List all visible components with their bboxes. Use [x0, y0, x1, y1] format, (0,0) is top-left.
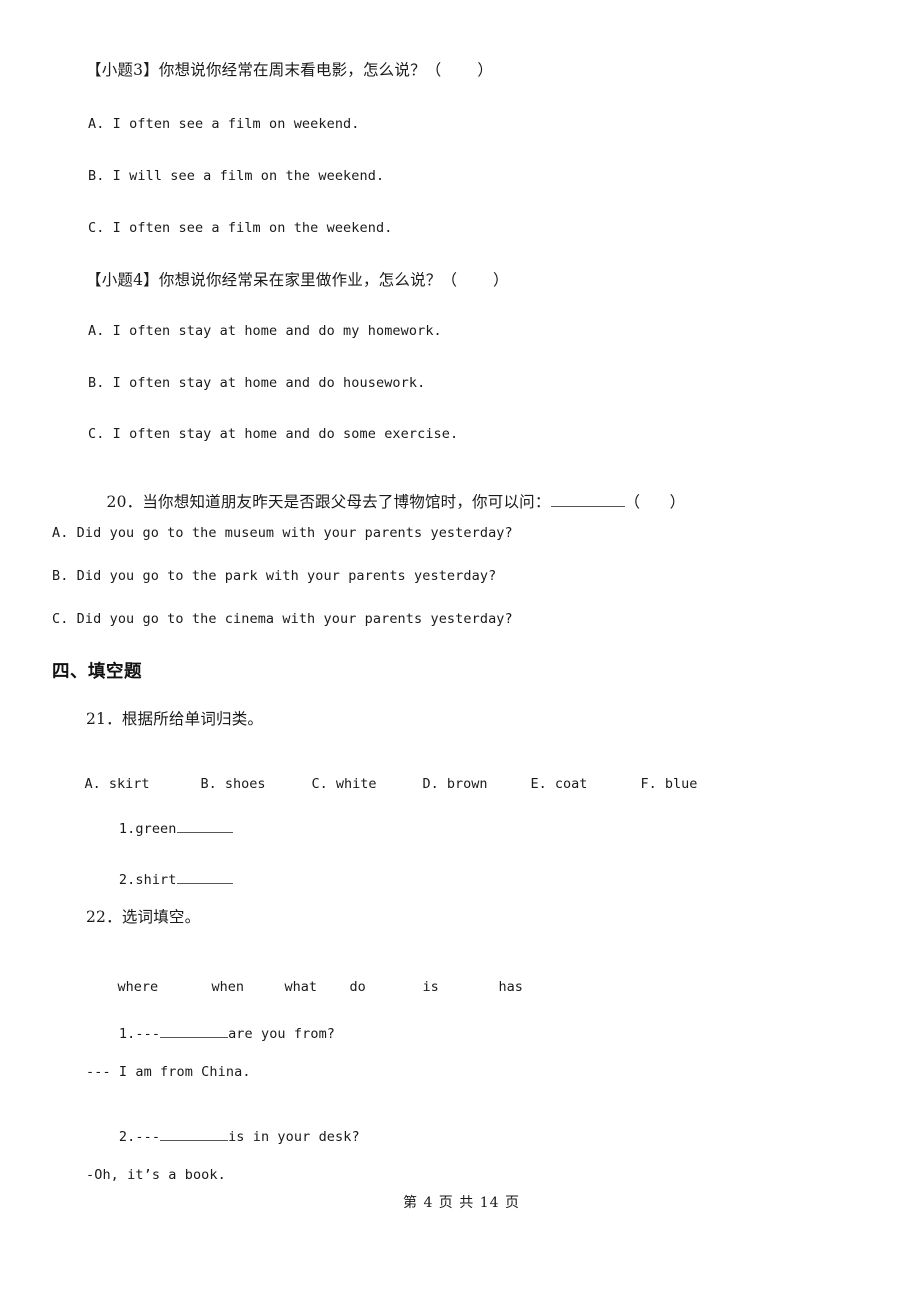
question-20-choice-parens: （ ） [624, 492, 686, 511]
question-stem-22: 22．选词填空。 [86, 908, 201, 926]
question-22-dialogue-2-question: 2.--- is in your desk? [86, 1117, 360, 1158]
question-stem-20: 20．当你想知道朋友昨天是否跟父母去了博物馆时，你可以问： （ ） [86, 479, 686, 526]
word-option-do: do [349, 979, 366, 995]
option-sub3-a: A. I often see a film on weekend. [88, 116, 360, 132]
option-q20-b: B. Did you go to the park with your pare… [52, 568, 497, 584]
question-stem-21: 21．根据所给单词归类。 [86, 710, 264, 728]
dialogue-2-suffix: is in your desk? [228, 1128, 360, 1145]
option-sub3-c: C. I often see a film on the weekend. [88, 220, 393, 236]
question-21-item-1: 1.green [86, 809, 233, 850]
option-q20-a: A. Did you go to the museum with your pa… [52, 525, 513, 541]
question-22-dialogue-2-answer: -Oh, it’s a book. [86, 1167, 226, 1183]
option-sub3-b: B. I will see a film on the weekend. [88, 168, 385, 184]
word-bank-item-a: A. skirt [84, 776, 150, 792]
question-21-item-2: 2.shirt [86, 860, 233, 901]
question-22-dialogue-1-question: 1.--- are you from? [86, 1014, 335, 1055]
dialogue-1-blank [160, 1036, 229, 1038]
word-bank-item-f: F. blue [640, 776, 698, 792]
question-21-item-2-blank [176, 882, 233, 884]
question-21-item-1-label: 1.green [118, 820, 177, 837]
word-option-has: has [498, 979, 523, 995]
question-22-word-bank: where when what do is has [85, 963, 523, 1011]
dialogue-1-prefix: 1.--- [118, 1025, 161, 1042]
question-21-item-1-blank [176, 831, 233, 833]
page-footer: 第 4 页 共 14 页 [403, 1195, 520, 1211]
option-q20-c: C. Did you go to the cinema with your pa… [52, 611, 513, 627]
word-bank-item-c: C. white [311, 776, 377, 792]
word-option-what: what [284, 979, 318, 995]
word-option-when: when [211, 979, 245, 995]
section-heading-4: 四、填空题 [52, 662, 142, 682]
question-stem-sub4: 【小题4】你想说你经常呆在家里做作业，怎么说？（ ） [86, 271, 509, 289]
word-bank-item-e: E. coat [530, 776, 588, 792]
word-option-is: is [422, 979, 439, 995]
dialogue-1-suffix: are you from? [228, 1025, 336, 1042]
question-stem-sub3: 【小题3】你想说你经常在周末看电影，怎么说？（ ） [86, 61, 494, 79]
dialogue-2-blank [160, 1139, 229, 1141]
dialogue-2-prefix: 2.--- [118, 1128, 161, 1145]
word-option-where: where [117, 979, 159, 995]
option-sub4-c: C. I often stay at home and do some exer… [88, 426, 459, 442]
question-20-stem-text: 20．当你想知道朋友昨天是否跟父母去了博物馆时，你可以问： [106, 492, 551, 511]
question-21-word-bank: A. skirt B. shoes C. white D. brown E. coat F… [52, 760, 698, 808]
question-21-item-2-label: 2.shirt [118, 871, 177, 888]
question-22-dialogue-1-answer: --- I am from China. [86, 1064, 251, 1080]
option-sub4-a: A. I often stay at home and do my homewo… [88, 323, 442, 339]
exam-page: 【小题3】你想说你经常在周末看电影，怎么说？（ ） A. I often see… [0, 0, 920, 1302]
word-bank-item-b: B. shoes [200, 776, 266, 792]
option-sub4-b: B. I often stay at home and do housework… [88, 375, 426, 391]
word-bank-item-d: D. brown [422, 776, 488, 792]
question-20-answer-blank [550, 505, 625, 507]
